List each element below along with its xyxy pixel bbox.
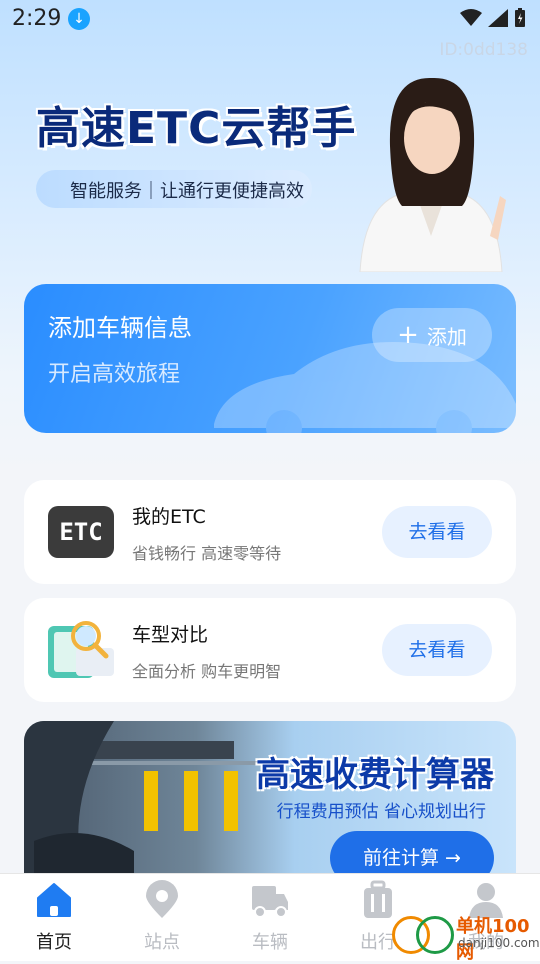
- add-vehicle-card[interactable]: 添加车辆信息 开启高效旅程 + 添加: [24, 284, 516, 433]
- home-icon: [37, 883, 71, 917]
- my-etc-card[interactable]: ETC 我的ETC 省钱畅行 高速零等待 去看看: [24, 480, 516, 584]
- plus-icon: +: [397, 320, 419, 350]
- toll-calculator-subtitle: 行程费用预估 省心规划出行: [276, 802, 486, 822]
- my-etc-go-button[interactable]: 去看看: [382, 506, 492, 558]
- nav-home[interactable]: 首页: [0, 874, 108, 961]
- add-vehicle-button[interactable]: + 添加: [372, 308, 492, 362]
- status-time: 2:29: [12, 6, 62, 31]
- toll-calculator-title: 高速收费计算器: [256, 755, 494, 795]
- battery-icon: [515, 8, 525, 27]
- signal-icon: [488, 9, 508, 27]
- feature-subtitle: 全面分析 购车更明智: [132, 662, 282, 681]
- feature-title: 我的ETC: [132, 506, 206, 528]
- download-icon: ↓: [68, 8, 90, 30]
- watermark-logo-circle: [416, 916, 454, 954]
- car-compare-icon: [48, 621, 114, 678]
- id-watermark: ID:0dd138: [439, 40, 528, 60]
- site-watermark: 单机100网 danji100.com: [392, 912, 540, 963]
- hero-subtitle-pill: 智能服务｜让通行更便捷高效: [36, 170, 312, 208]
- toll-gate-illustration: [24, 721, 284, 881]
- add-vehicle-title: 添加车辆信息: [48, 314, 192, 342]
- add-vehicle-subtitle: 开启高效旅程: [48, 362, 181, 387]
- status-bar: 2:29 ↓: [0, 0, 540, 40]
- nav-label: 车辆: [252, 932, 288, 953]
- nav-stations[interactable]: 站点: [108, 874, 216, 961]
- truck-icon: [252, 886, 288, 918]
- add-button-label: 添加: [426, 324, 467, 349]
- nav-label: 首页: [36, 932, 72, 953]
- assistant-avatar-illustration: [359, 77, 506, 272]
- hero-title: 高速ETC云帮手: [36, 103, 357, 154]
- status-icons: [460, 8, 526, 28]
- location-icon: [146, 880, 178, 918]
- hero-subtitle: 智能服务｜让通行更便捷高效: [70, 181, 304, 202]
- toll-calculator-banner[interactable]: 高速收费计算器 行程费用预估 省心规划出行 前往计算 →: [24, 721, 516, 881]
- car-compare-go-button[interactable]: 去看看: [382, 624, 492, 676]
- watermark-site-url: danji100.com: [458, 936, 540, 950]
- nav-label: 站点: [144, 932, 180, 953]
- feature-title: 车型对比: [132, 624, 209, 646]
- etc-icon: ETC: [48, 506, 114, 558]
- nav-vehicles[interactable]: 车辆: [216, 874, 324, 961]
- wifi-icon: [460, 9, 482, 26]
- feature-subtitle: 省钱畅行 高速零等待: [132, 544, 282, 563]
- car-compare-card[interactable]: 车型对比 全面分析 购车更明智 去看看: [24, 598, 516, 702]
